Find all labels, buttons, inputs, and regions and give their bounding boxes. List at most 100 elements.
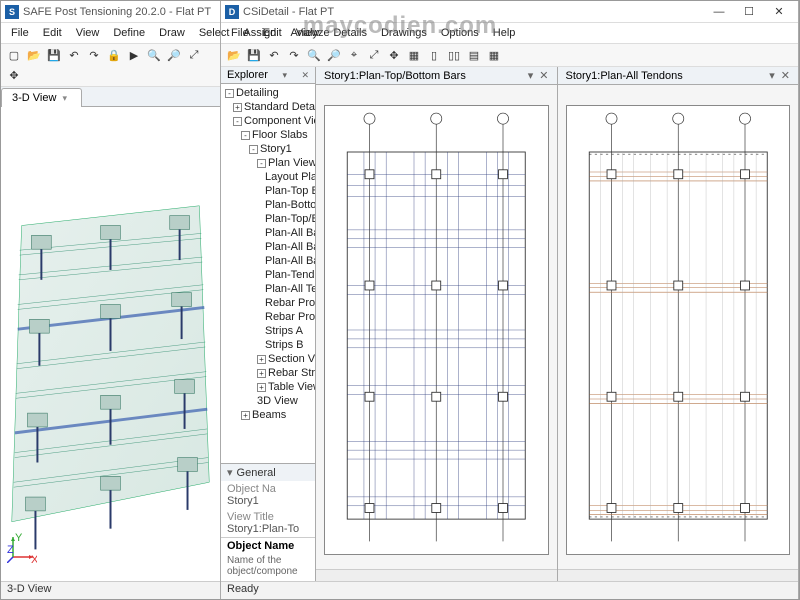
close-icon[interactable]: ✕ — [301, 70, 309, 81]
horizontal-scrollbar[interactable] — [316, 569, 557, 581]
tree-item[interactable]: Strips B — [223, 338, 315, 352]
pane1-tab[interactable]: Story1:Plan-Top/Bottom Bars ▾ ✕ — [316, 67, 557, 85]
tree-item[interactable]: Plan-Top Bars — [223, 184, 315, 198]
safe-3d-viewport[interactable]: X Y Z — [1, 107, 220, 581]
tree-item[interactable]: Layout Plan — [223, 170, 315, 184]
tree-item[interactable]: +Rebar Strip Views — [223, 366, 315, 380]
expand-icon[interactable]: + — [257, 369, 266, 378]
zoom-window-icon[interactable]: ⌖ — [345, 46, 363, 64]
save-icon[interactable]: 💾 — [245, 46, 263, 64]
tree-item[interactable]: Plan-All Bars (Bott — [223, 240, 315, 254]
pan-icon[interactable]: ✥ — [5, 66, 23, 84]
expand-icon[interactable]: + — [233, 103, 242, 112]
minimize-button[interactable]: — — [704, 2, 734, 22]
tree-item[interactable]: -Plan Views — [223, 156, 315, 170]
pane2-canvas[interactable] — [558, 85, 799, 569]
new-icon[interactable]: ▢ — [5, 46, 23, 64]
menu-file[interactable]: File — [225, 25, 255, 41]
csidetail-app-icon: D — [225, 5, 239, 19]
layout1-icon[interactable]: ▯ — [425, 46, 443, 64]
close-icon[interactable]: ✕ — [539, 69, 548, 82]
svg-text:Z: Z — [7, 544, 14, 556]
menu-details[interactable]: Details — [327, 25, 373, 41]
tree-item[interactable]: Rebar Profile - Str — [223, 296, 315, 310]
chevron-down-icon[interactable]: ▾ — [769, 69, 775, 82]
open-icon[interactable]: 📂 — [225, 46, 243, 64]
tree-item[interactable]: Plan-All Tendons — [223, 282, 315, 296]
explorer-header: Explorer ▾ ✕ — [221, 67, 315, 84]
tree-item[interactable]: -Detailing — [223, 86, 315, 100]
zoom-in-icon[interactable]: 🔍 — [145, 46, 163, 64]
fit-icon[interactable]: ⤢ — [365, 46, 383, 64]
tree-item[interactable]: Strips A — [223, 324, 315, 338]
pan-icon[interactable]: ✥ — [385, 46, 403, 64]
tree-item[interactable]: +Section Views — [223, 352, 315, 366]
open-icon[interactable]: 📂 — [25, 46, 43, 64]
zoom-fit-icon[interactable]: ⤢ — [185, 46, 203, 64]
tab-3d-view[interactable]: 3-D View ▾ — [1, 88, 82, 107]
tree-item[interactable]: +Table Views — [223, 380, 315, 394]
chevron-down-icon[interactable]: ▾ — [528, 69, 534, 82]
tree-item[interactable]: +Beams — [223, 408, 315, 422]
tree-item[interactable]: 3D View — [223, 394, 315, 408]
menu-drawings[interactable]: Drawings — [375, 25, 433, 41]
menu-help[interactable]: Help — [487, 25, 522, 41]
lock-icon[interactable]: 🔒 — [105, 46, 123, 64]
undo-icon[interactable]: ↶ — [265, 46, 283, 64]
menu-draw[interactable]: Draw — [153, 25, 191, 41]
pane1-tab-label: Story1:Plan-Top/Bottom Bars — [324, 70, 466, 82]
zoom-in-icon[interactable]: 🔍 — [305, 46, 323, 64]
tree-item-label: Plan-Tendons — [265, 269, 315, 281]
properties-header[interactable]: ▾ General — [221, 464, 315, 481]
redo-icon[interactable]: ↷ — [85, 46, 103, 64]
menu-view[interactable]: View — [290, 25, 326, 41]
close-icon[interactable]: ✕ — [781, 69, 790, 82]
tree-item-label: 3D View — [257, 395, 298, 407]
tree-item[interactable]: Plan-Top/Bottom — [223, 212, 315, 226]
expand-icon[interactable]: + — [241, 411, 250, 420]
close-button[interactable]: ✕ — [764, 2, 794, 22]
grid-icon[interactable]: ▦ — [405, 46, 423, 64]
tree-item[interactable]: Plan-All Bars (Top — [223, 226, 315, 240]
maximize-button[interactable]: ☐ — [734, 2, 764, 22]
collapse-icon[interactable]: - — [257, 159, 266, 168]
menu-options[interactable]: Options — [435, 25, 485, 41]
collapse-icon[interactable]: - — [233, 117, 242, 126]
menu-edit[interactable]: Edit — [37, 25, 68, 41]
redo-icon[interactable]: ↷ — [285, 46, 303, 64]
collapse-icon[interactable]: - — [241, 131, 250, 140]
tree-item[interactable]: Plan-All Bars (Top — [223, 254, 315, 268]
run-icon[interactable]: ▶ — [125, 46, 143, 64]
layout2-icon[interactable]: ▯▯ — [445, 46, 463, 64]
layout4-icon[interactable]: ▦ — [485, 46, 503, 64]
menu-define[interactable]: Define — [107, 25, 151, 41]
pane2-tab[interactable]: Story1:Plan-All Tendons ▾ ✕ — [558, 67, 799, 85]
tree-item[interactable]: -Floor Slabs — [223, 128, 315, 142]
prop-description: Name of the object/compone — [221, 554, 315, 581]
zoom-out-icon[interactable]: 🔎 — [165, 46, 183, 64]
menu-view[interactable]: View — [70, 25, 106, 41]
tree-item[interactable]: +Standard Details — [223, 100, 315, 114]
collapse-icon[interactable]: - — [225, 89, 234, 98]
pane1-canvas[interactable] — [316, 85, 557, 569]
expand-icon[interactable]: + — [257, 383, 266, 392]
expand-icon[interactable]: + — [257, 355, 266, 364]
safe-toolbar: ▢ 📂 💾 ↶ ↷ 🔒 ▶ 🔍 🔎 ⤢ ✥ — [1, 44, 220, 87]
tree-item[interactable]: Plan-Tendons — [223, 268, 315, 282]
collapse-icon[interactable]: - — [249, 145, 258, 154]
tree-item[interactable]: Rebar Profile - Str — [223, 310, 315, 324]
chevron-down-icon[interactable]: ▾ — [62, 93, 67, 104]
menu-edit[interactable]: Edit — [257, 25, 288, 41]
chevron-down-icon[interactable]: ▾ — [282, 70, 287, 81]
tree-item[interactable]: -Component Views — [223, 114, 315, 128]
layout3-icon[interactable]: ▤ — [465, 46, 483, 64]
tree-item[interactable]: Plan-Bottom Bars — [223, 198, 315, 212]
tree-item[interactable]: -Story1 — [223, 142, 315, 156]
save-icon[interactable]: 💾 — [45, 46, 63, 64]
explorer-tree[interactable]: -Detailing+Standard Details-Component Vi… — [221, 84, 315, 463]
horizontal-scrollbar[interactable] — [558, 569, 799, 581]
zoom-out-icon[interactable]: 🔎 — [325, 46, 343, 64]
menu-file[interactable]: File — [5, 25, 35, 41]
explorer-title: Explorer — [227, 69, 268, 81]
undo-icon[interactable]: ↶ — [65, 46, 83, 64]
